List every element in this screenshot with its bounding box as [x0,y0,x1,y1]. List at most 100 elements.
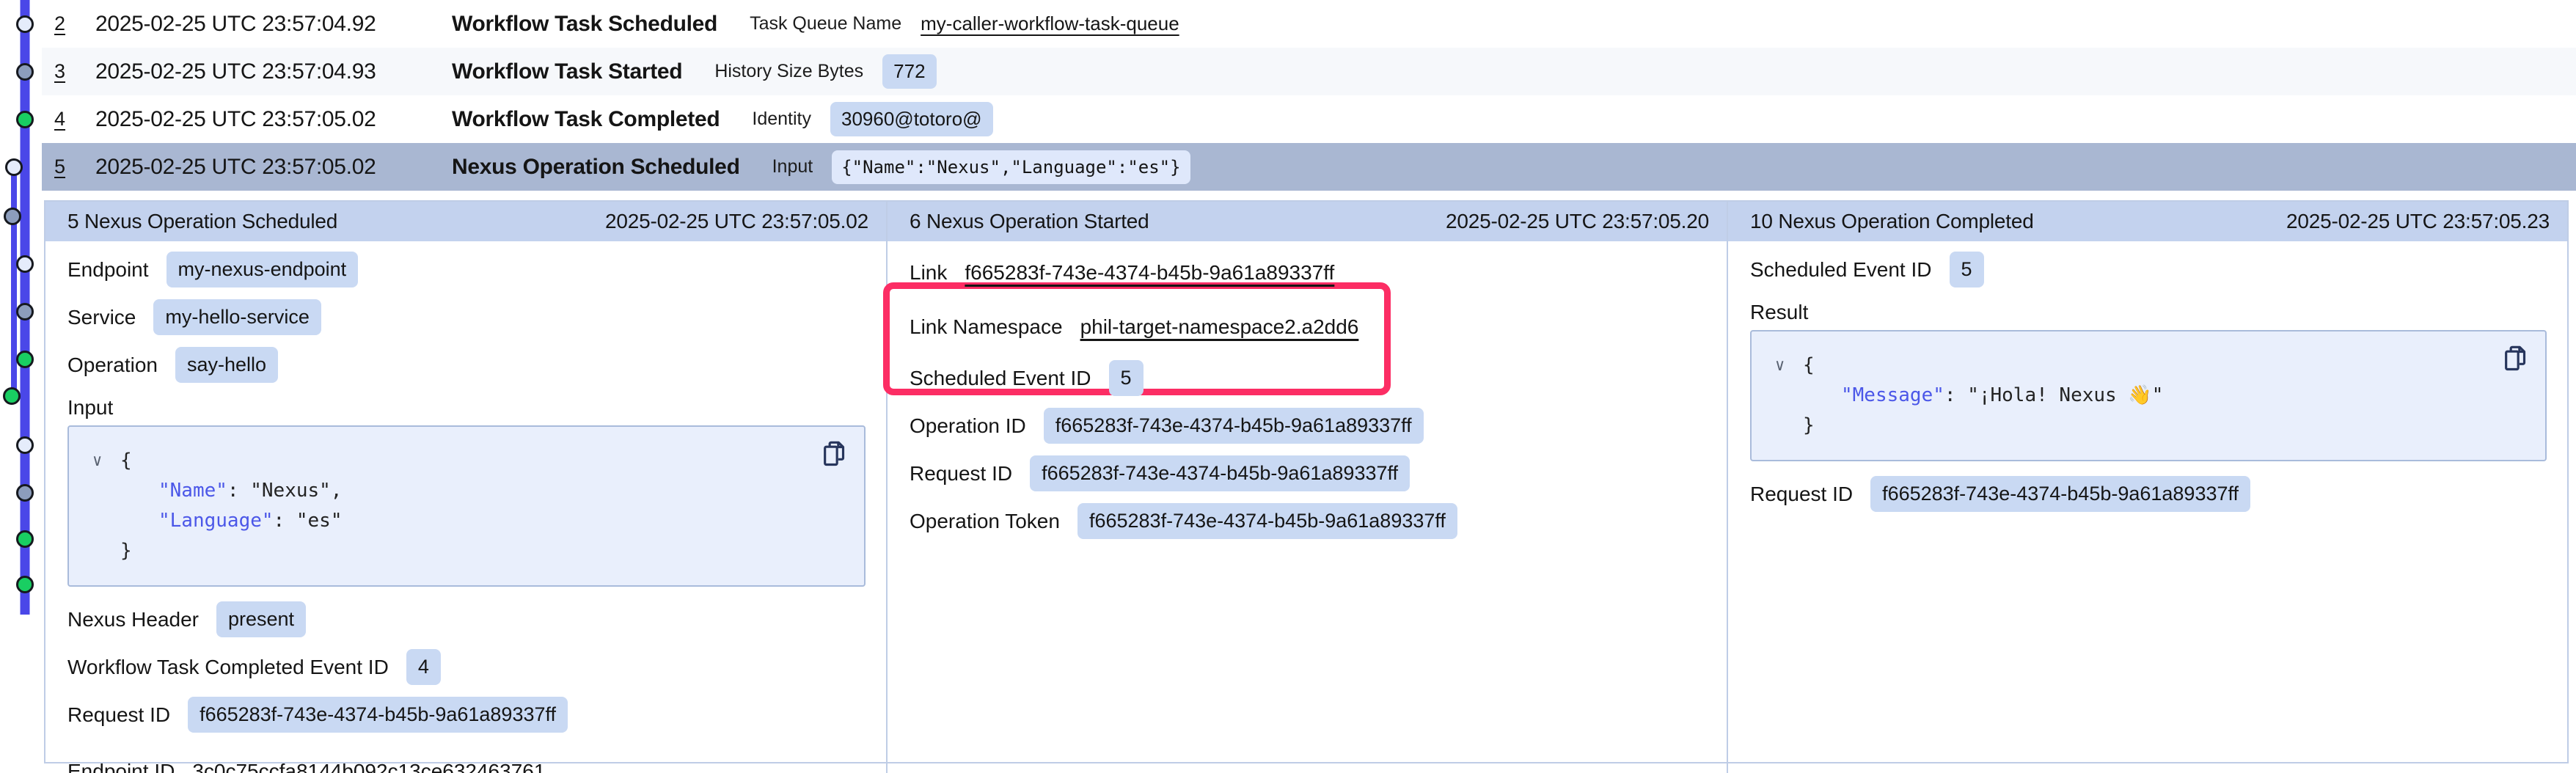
event-attribute: Task Queue Namemy-caller-workflow-task-q… [750,12,1179,35]
event-row-3[interactable]: 32025-02-25 UTC 23:57:04.93Workflow Task… [42,48,2576,95]
code-text: } [1803,411,1815,441]
field-row: Nexus Header present [67,596,867,643]
event-timestamp: 2025-02-25 UTC 23:57:05.02 [95,155,452,180]
event-name: Workflow Task Scheduled [452,12,717,37]
field-value-link[interactable]: phil-target-namespace2.a2dd6 [1080,315,1359,339]
timeline-dot-green [18,352,33,367]
field-row: Endpoint my-nexus-endpoint [67,246,867,293]
attribute-label: Identity [752,109,811,130]
field-value-link[interactable]: 3c0c75ccfa8144b092c13ce632463761 [192,760,545,773]
event-number-link[interactable]: 2 [54,12,95,35]
code-line: "Message": "¡Hola! Nexus 👋" [1769,381,2528,411]
json-key: "Message" [1841,384,1944,406]
collapse-chevron-icon[interactable]: ∨ [1769,351,1803,381]
detail-panel-6: 6 Nexus Operation Started2025-02-25 UTC … [886,202,1727,773]
event-row-5[interactable]: 52025-02-25 UTC 23:57:05.02Nexus Operati… [42,143,2576,191]
field-row: Operation IDf665283f-743e-4374-b45b-9a61… [910,402,1708,450]
panel-title: 6 Nexus Operation Started [910,210,1149,233]
json-plain: : "Nexus", [227,480,343,502]
event-number-link[interactable]: 4 [54,108,95,131]
field-label: Service [67,306,136,329]
field-value-badge: present [216,601,306,637]
code-text: } [120,536,132,566]
field-row: Scheduled Event ID 5 [1750,246,2548,293]
input-code-block: ∨{"Name": "Nexus","Language": "es"} [67,425,866,587]
workflow-history-screen: 22025-02-25 UTC 23:57:04.92Workflow Task… [0,0,2576,773]
timeline-dot-light [18,17,33,32]
field-row: Operation say-hello [67,341,867,389]
event-name: Workflow Task Completed [452,107,720,132]
event-timestamp: 2025-02-25 UTC 23:57:04.92 [95,12,452,37]
event-timeline [0,0,44,773]
code-text: { [120,446,132,476]
json-plain: { [120,450,132,472]
json-key: "Name" [158,480,227,502]
field-value-badge: my-nexus-endpoint [167,252,359,287]
code-line: } [1769,411,2528,441]
field-label: Endpoint [67,258,149,282]
timeline-dot-green [18,532,33,547]
field-value-badge: f665283f-743e-4374-b45b-9a61a89337ff [1870,476,2250,512]
field-value-link[interactable]: f665283f-743e-4374-b45b-9a61a89337ff [965,261,1334,285]
field-label: Request ID [1750,483,1853,506]
event-name: Nexus Operation Scheduled [452,155,740,180]
collapse-chevron-icon[interactable]: ∨ [87,446,120,476]
copy-icon [819,439,849,469]
attribute-value-badge: {"Name":"Nexus","Language":"es"} [832,150,1190,184]
timeline-dot-light [18,438,33,453]
event-attribute: History Size Bytes772 [714,54,936,89]
json-plain: : "es" [274,510,343,532]
code-text: { [1803,351,1815,381]
field-value-badge: f665283f-743e-4374-b45b-9a61a89337ff [188,697,568,733]
detail-panel-5: 5 Nexus Operation Scheduled 2025-02-25 UT… [45,202,886,773]
timeline-dot-gray [18,486,33,501]
timeline-dot-gray [18,304,33,320]
field-value-badge: f665283f-743e-4374-b45b-9a61a89337ff [1030,455,1410,491]
field-label: Scheduled Event ID [1750,258,1932,282]
json-plain: { [1803,354,1815,376]
field-label: Workflow Task Completed Event ID [67,656,389,679]
field-value-badge: 5 [1109,360,1144,396]
code-text: "Language": "es" [158,506,342,536]
attribute-value-badge: 772 [882,54,936,89]
event-number-link[interactable]: 5 [54,155,95,178]
field-row: Link Namespace phil-target-namespace2.a2d… [910,300,1708,354]
field-label: Link Namespace [910,315,1063,339]
field-label: Nexus Header [67,608,199,631]
panel-timestamp: 2025-02-25 UTC 23:57:05.02 [605,210,868,233]
field-value-badge: 4 [406,649,441,685]
panel-title: 5 Nexus Operation Scheduled [67,210,337,233]
json-plain: } [120,540,132,562]
timeline-dot-gray [18,65,33,80]
event-timestamp: 2025-02-25 UTC 23:57:05.02 [95,107,452,132]
timeline-dot-light [18,257,33,272]
field-label: Input [67,396,113,420]
field-value-badge: f665283f-743e-4374-b45b-9a61a89337ff [1077,503,1457,539]
field-label: Operation Token [910,510,1060,533]
panel-header: 5 Nexus Operation Scheduled 2025-02-25 UT… [45,202,886,241]
collapse-chevron-icon [87,476,120,506]
copy-button[interactable] [2500,343,2531,375]
event-number-link[interactable]: 3 [54,60,95,83]
field-label: Operation ID [910,414,1026,438]
event-row-2[interactable]: 22025-02-25 UTC 23:57:04.92Workflow Task… [42,0,2576,48]
timeline-dot-light [7,160,22,175]
field-row: Scheduled Event ID 5 [910,354,1708,402]
event-row-4[interactable]: 42025-02-25 UTC 23:57:05.02Workflow Task… [42,95,2576,143]
field-label: Link [910,261,947,285]
collapse-chevron-icon [1769,411,1803,441]
field-value-badge: my-hello-service [153,299,321,335]
copy-button[interactable] [819,439,849,471]
field-row: Operation Token f665283f-743e-4374-b45b-9… [910,497,1708,545]
code-line: "Name": "Nexus", [87,476,846,506]
field-label: Scheduled Event ID [910,367,1091,390]
event-list: 22025-02-25 UTC 23:57:04.92Workflow Task… [0,0,2576,191]
field-label: Operation [67,353,158,377]
field-value-badge: say-hello [175,347,278,383]
collapse-chevron-icon [87,506,120,536]
attribute-value-link[interactable]: my-caller-workflow-task-queue [921,12,1179,35]
panel-timestamp: 2025-02-25 UTC 23:57:05.23 [2286,210,2550,233]
field-value-badge: 5 [1950,252,1984,287]
field-label: Result [1750,301,1808,324]
field-label-row: Input [67,389,867,425]
